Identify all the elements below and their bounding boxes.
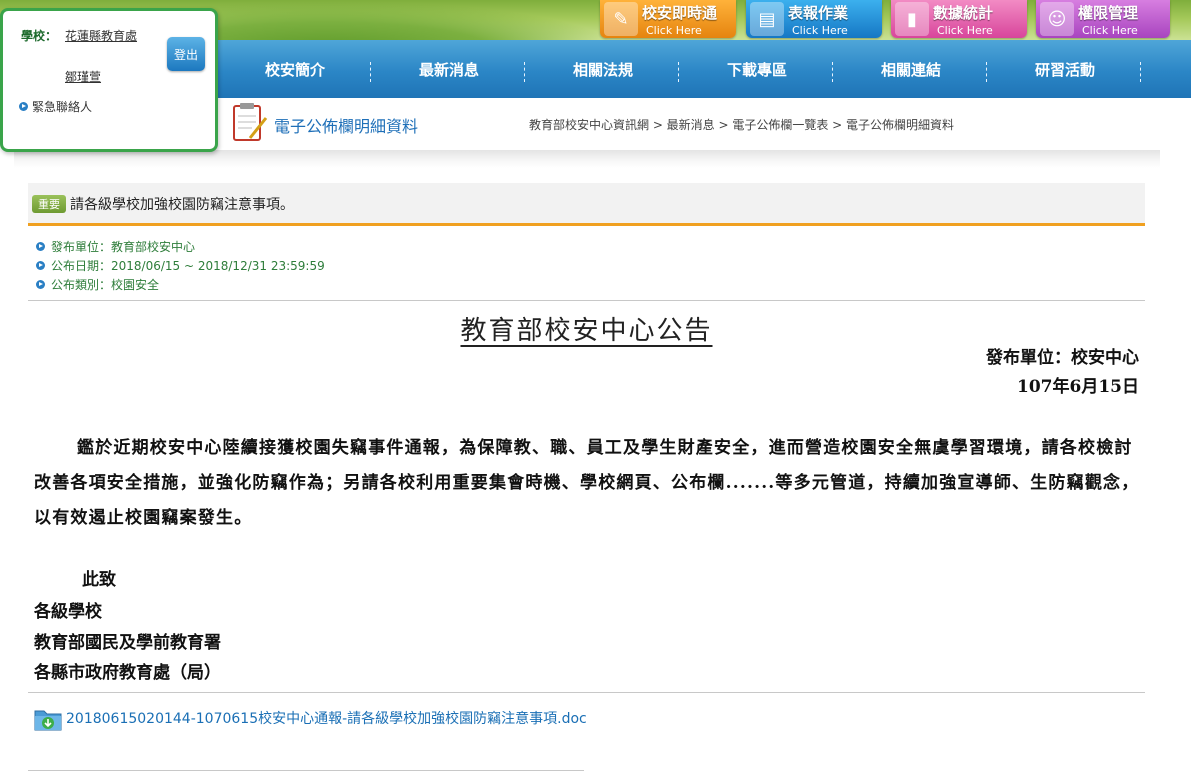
meta-category: 公布類別：校園安全 xyxy=(36,276,159,293)
title-shadow xyxy=(14,150,1160,168)
quick-button-label: 校安即時通 xyxy=(642,4,718,22)
document-date: 107年6月15日 xyxy=(1017,377,1139,397)
login-panel: 學校： 花蓮縣教育處 鄒瑾萱 登出 緊急聯絡人 xyxy=(0,8,218,152)
meta-text: 公布類別：校園安全 xyxy=(51,278,160,292)
meta-publisher: 發布單位：教育部校安中心 xyxy=(36,238,195,255)
nav-item-regulations[interactable]: 相關法規 xyxy=(528,40,678,98)
quick-button-sub: Click Here xyxy=(937,24,993,37)
document-body: 鑑於近期校安中心陸續接獲校園失竊事件通報，為保障教、職、員工及學生財產安全，進而… xyxy=(34,438,1140,528)
chart-icon: ▮ xyxy=(895,2,929,36)
divider xyxy=(28,300,1145,301)
meta-date: 公布日期：2018/06/15 ~ 2018/12/31 23:59:59 xyxy=(36,257,325,274)
person-icon: ☺ xyxy=(1040,2,1074,36)
quick-button-label: 數據統計 xyxy=(933,4,994,22)
nav-separator xyxy=(1140,62,1141,82)
user-name-link[interactable]: 鄒瑾萱 xyxy=(65,68,101,85)
logout-button[interactable]: 登出 xyxy=(167,37,205,71)
arrow-bullet-icon xyxy=(36,242,45,251)
quick-button-permission[interactable]: ☺ 權限管理 Click Here xyxy=(1036,0,1170,38)
nav-item-links[interactable]: 相關連結 xyxy=(836,40,986,98)
arrow-bullet-icon xyxy=(36,280,45,289)
quick-button-sub: Click Here xyxy=(646,24,702,37)
nav-item-intro[interactable]: 校安簡介 xyxy=(220,40,370,98)
meta-text: 發布單位：教育部校安中心 xyxy=(51,240,196,254)
quick-button-label: 表報作業 xyxy=(788,4,849,22)
recipient: 各級學校 xyxy=(34,602,102,622)
nav-item-training[interactable]: 研習活動 xyxy=(990,40,1140,98)
nav-separator xyxy=(986,62,987,82)
banner-decoration xyxy=(200,0,620,42)
emergency-contact-link[interactable]: 緊急聯絡人 xyxy=(19,98,92,115)
nav-separator xyxy=(370,62,371,82)
salutation: 此致 xyxy=(82,570,116,590)
page-title: 電子公佈欄明細資料 xyxy=(274,117,419,136)
document-heading: 教育部校安中心公告 xyxy=(460,316,713,346)
school-label: 學校： xyxy=(21,29,58,43)
emergency-contact-label: 緊急聯絡人 xyxy=(32,100,93,114)
nav-item-downloads[interactable]: 下載專區 xyxy=(682,40,832,98)
arrow-bullet-icon xyxy=(19,102,28,111)
nav-separator xyxy=(832,62,833,82)
quick-button-sub: Click Here xyxy=(792,24,848,37)
report-icon: ▤ xyxy=(750,2,784,36)
divider xyxy=(28,770,584,771)
nav-separator xyxy=(524,62,525,82)
recipient: 教育部國民及學前教育署 xyxy=(34,633,221,653)
important-badge: 重要 xyxy=(32,195,66,213)
nav-separator xyxy=(678,62,679,82)
attachment-filename: 20180615020144-1070615校安中心通報-請各級學校加強校園防竊… xyxy=(66,711,587,727)
quick-button-alert[interactable]: ✎ 校安即時通 Click Here xyxy=(600,0,736,38)
attachment-link[interactable]: 20180615020144-1070615校安中心通報-請各級學校加強校園防竊… xyxy=(34,704,594,735)
quick-button-label: 權限管理 xyxy=(1078,4,1139,22)
announcement-header: 重要 請各級學校加強校園防竊注意事項。 xyxy=(28,183,1145,226)
recipient: 各縣市政府教育處（局） xyxy=(34,663,221,683)
arrow-bullet-icon xyxy=(36,261,45,270)
meta-text: 公布日期：2018/06/15 ~ 2018/12/31 23:59:59 xyxy=(51,259,325,273)
quick-button-sub: Click Here xyxy=(1082,24,1138,37)
bell-icon: ✎ xyxy=(604,2,638,36)
divider xyxy=(28,692,1145,693)
school-name-link[interactable]: 花蓮縣教育處 xyxy=(65,27,137,44)
folder-download-icon xyxy=(34,710,62,731)
nav-item-news[interactable]: 最新消息 xyxy=(374,40,524,98)
quick-button-stats[interactable]: ▮ 數據統計 Click Here xyxy=(891,0,1027,38)
notepad-icon xyxy=(233,103,268,141)
quick-button-report[interactable]: ▤ 表報作業 Click Here xyxy=(746,0,882,38)
breadcrumb[interactable]: 教育部校安中心資訊網 > 最新消息 > 電子公佈欄一覽表 > 電子公佈欄明細資料 xyxy=(529,116,954,133)
document-issuer: 發布單位：校安中心 xyxy=(986,348,1139,368)
announcement-title: 請各級學校加強校園防竊注意事項。 xyxy=(70,197,294,213)
